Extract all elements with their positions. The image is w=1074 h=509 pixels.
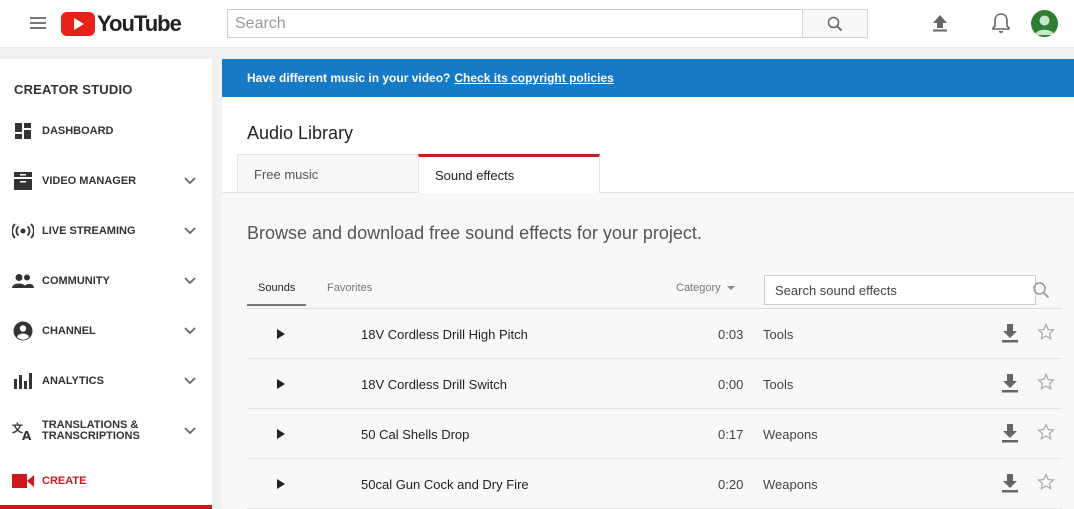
sidebar-item-translations[interactable]: 文A TRANSLATIONS & TRANSCRIPTIONS xyxy=(0,406,212,456)
play-icon[interactable] xyxy=(277,379,285,389)
page-title: Audio Library xyxy=(247,123,354,143)
sound-category: Tools xyxy=(763,377,794,392)
chevron-down-icon[interactable] xyxy=(183,374,197,388)
search-icon[interactable] xyxy=(1032,281,1050,299)
sound-category: Tools xyxy=(763,327,794,342)
sidebar-item-label: CHANNEL xyxy=(42,324,96,337)
sidebar-item-live-streaming[interactable]: LIVE STREAMING xyxy=(0,206,212,256)
search-icon xyxy=(827,16,843,31)
sound-category: Weapons xyxy=(763,427,818,442)
table-row: 18V Cordless Drill Switch 0:00 Tools xyxy=(247,359,1062,409)
sidebar-item-label: COMMUNITY xyxy=(42,274,110,287)
creator-studio-sidebar: CREATOR STUDIO DASHBOARD VIDEO MANAGER L… xyxy=(0,59,212,509)
category-label: Category xyxy=(676,282,721,294)
sidebar-item-channel[interactable]: CHANNEL xyxy=(0,306,212,356)
sidebar-item-label: TRANSLATIONS & TRANSCRIPTIONS xyxy=(42,420,140,442)
active-indicator xyxy=(0,505,212,509)
youtube-play-icon xyxy=(61,12,95,36)
notifications-bell-icon[interactable] xyxy=(989,11,1013,35)
subtab-favorites[interactable]: Favorites xyxy=(327,282,372,294)
chevron-down-icon[interactable] xyxy=(183,424,197,438)
table-row: 50 Cal Shells Drop 0:17 Weapons xyxy=(247,409,1062,459)
star-icon[interactable] xyxy=(1037,423,1055,441)
analytics-icon xyxy=(12,370,34,392)
search-button[interactable] xyxy=(802,9,868,38)
community-icon xyxy=(12,270,34,292)
star-icon[interactable] xyxy=(1037,473,1055,491)
sound-effects-search-input[interactable] xyxy=(764,275,1036,305)
tab-sound-effects[interactable]: Sound effects xyxy=(418,154,600,193)
translate-icon: 文A xyxy=(12,420,34,442)
tab-free-music[interactable]: Free music xyxy=(237,154,419,193)
upload-icon[interactable] xyxy=(928,11,952,35)
lead-text: Browse and download free sound effects f… xyxy=(247,223,702,243)
youtube-logo[interactable]: YouTube xyxy=(61,11,182,36)
dashboard-icon xyxy=(12,120,34,142)
sound-name: 18V Cordless Drill High Pitch xyxy=(361,327,528,342)
copyright-policies-link[interactable]: Check its copyright policies xyxy=(454,71,613,85)
live-streaming-icon xyxy=(12,220,34,242)
create-icon xyxy=(12,470,34,492)
download-icon[interactable] xyxy=(1000,423,1020,443)
sidebar-item-label: ANALYTICS xyxy=(42,374,104,387)
menu-icon[interactable] xyxy=(30,17,46,29)
channel-icon xyxy=(12,320,34,342)
category-dropdown[interactable]: Category xyxy=(676,282,735,294)
caret-down-icon xyxy=(726,286,735,290)
avatar[interactable] xyxy=(1031,10,1058,37)
table-row: 18V Cordless Drill High Pitch 0:03 Tools xyxy=(247,309,1062,359)
play-icon[interactable] xyxy=(277,329,285,339)
download-icon[interactable] xyxy=(1000,373,1020,393)
sound-category: Weapons xyxy=(763,477,818,492)
sidebar-item-community[interactable]: COMMUNITY xyxy=(0,256,212,306)
banner-text: Have different music in your video? xyxy=(247,71,451,85)
sound-name: 50 Cal Shells Drop xyxy=(361,427,470,442)
chevron-down-icon[interactable] xyxy=(183,324,197,338)
sound-duration: 0:03 xyxy=(718,327,744,342)
sidebar-item-analytics[interactable]: ANALYTICS xyxy=(0,356,212,406)
search-input[interactable] xyxy=(227,9,802,38)
sidebar-item-label: VIDEO MANAGER xyxy=(42,174,137,187)
chevron-down-icon[interactable] xyxy=(183,274,197,288)
audio-library-panel: Have different music in your video? Chec… xyxy=(222,59,1074,509)
download-icon[interactable] xyxy=(1000,473,1020,493)
sidebar-item-video-manager[interactable]: VIDEO MANAGER xyxy=(0,156,212,206)
sound-name: 18V Cordless Drill Switch xyxy=(361,377,507,392)
chevron-down-icon[interactable] xyxy=(183,224,197,238)
masthead: YouTube xyxy=(0,0,1074,48)
play-icon[interactable] xyxy=(277,479,285,489)
sidebar-item-dashboard[interactable]: DASHBOARD xyxy=(0,106,212,156)
logo-text: YouTube xyxy=(97,11,182,36)
subtab-sounds[interactable]: Sounds xyxy=(247,282,306,306)
sound-duration: 0:17 xyxy=(718,427,744,442)
copyright-banner: Have different music in your video? Chec… xyxy=(222,59,1074,97)
table-row: 50cal Gun Cock and Dry Fire 0:20 Weapons xyxy=(247,459,1062,509)
sidebar-item-label: CREATE xyxy=(42,474,87,487)
sound-duration: 0:00 xyxy=(718,377,744,392)
sidebar-label-line2: TRANSCRIPTIONS xyxy=(42,430,140,442)
active-tab-gap xyxy=(419,192,599,193)
svg-text:A: A xyxy=(22,429,32,441)
star-icon[interactable] xyxy=(1037,323,1055,341)
sound-duration: 0:20 xyxy=(718,477,744,492)
sidebar-item-label: DASHBOARD xyxy=(42,124,114,137)
sidebar-item-label: LIVE STREAMING xyxy=(42,224,136,237)
video-manager-icon xyxy=(12,170,34,192)
play-icon[interactable] xyxy=(277,429,285,439)
star-icon[interactable] xyxy=(1037,373,1055,391)
download-icon[interactable] xyxy=(1000,323,1020,343)
chevron-down-icon[interactable] xyxy=(183,174,197,188)
sidebar-item-create[interactable]: CREATE xyxy=(0,456,212,506)
sound-name: 50cal Gun Cock and Dry Fire xyxy=(361,477,529,492)
sidebar-title: CREATOR STUDIO xyxy=(14,82,133,97)
